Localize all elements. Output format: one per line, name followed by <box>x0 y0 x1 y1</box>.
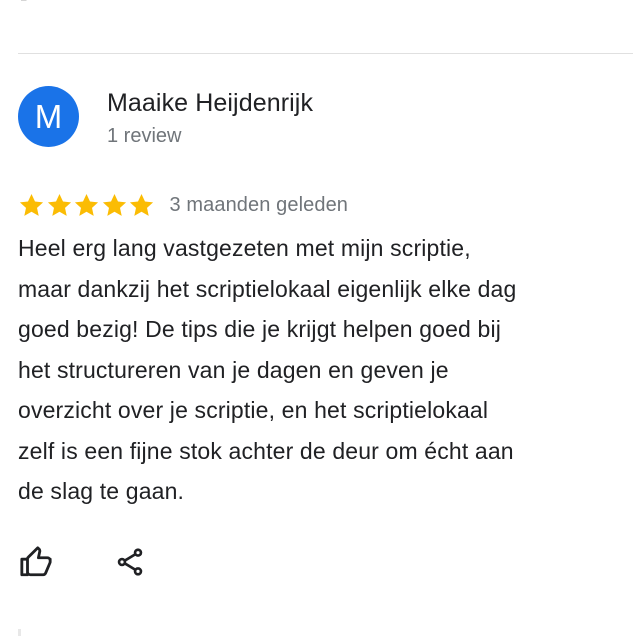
review-actions <box>18 544 148 580</box>
like-button[interactable] <box>18 544 54 580</box>
star-filled-icon <box>101 192 128 219</box>
rating-row: 3 maanden geleden <box>18 188 626 222</box>
star-filled-icon <box>46 192 73 219</box>
review-date: 3 maanden geleden <box>169 193 349 216</box>
review-divider <box>18 53 633 54</box>
previous-review-action-fragment <box>20 0 32 6</box>
review-card: M Maaike Heijdenrijk 1 review 3 maanden … <box>18 86 626 512</box>
star-filled-icon <box>18 192 45 219</box>
next-review-fragment <box>18 629 21 636</box>
review-text: Heel erg lang vastgezeten met mijn scrip… <box>18 235 517 504</box>
star-rating <box>18 192 156 219</box>
review-count: 1 review <box>107 125 182 147</box>
review-header: M Maaike Heijdenrijk 1 review <box>18 86 626 148</box>
star-filled-icon <box>73 192 100 219</box>
author-info: Maaike Heijdenrijk 1 review <box>107 88 313 148</box>
thumbs-up-icon <box>19 545 53 579</box>
avatar[interactable]: M <box>18 86 79 147</box>
share-icon <box>114 546 146 578</box>
share-button[interactable] <box>112 544 148 580</box>
author-name[interactable]: Maaike Heijdenrijk <box>107 88 313 118</box>
star-filled-icon <box>128 192 155 219</box>
